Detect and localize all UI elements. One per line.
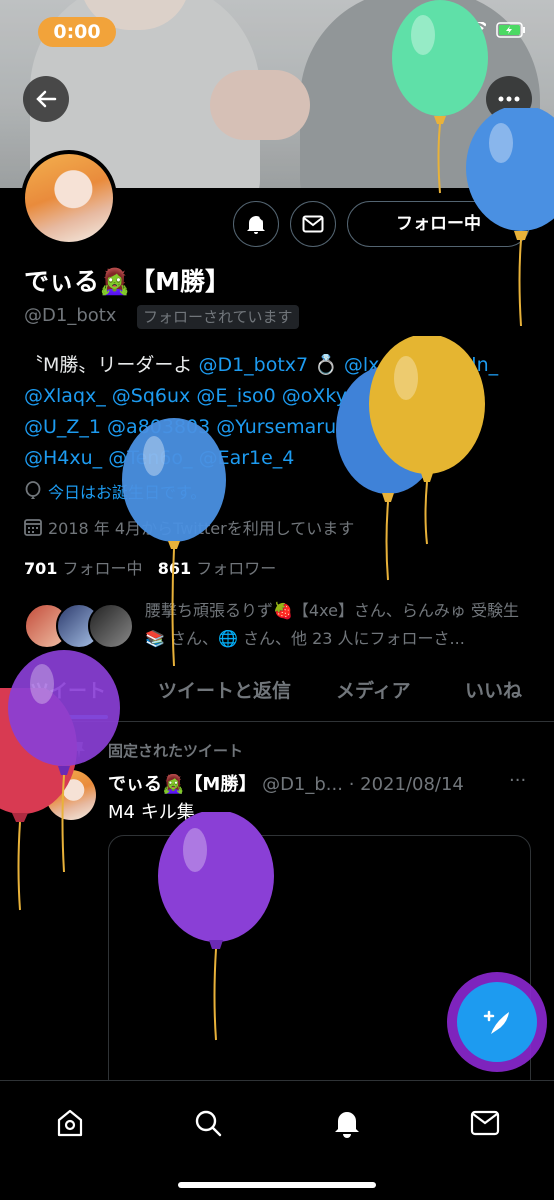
- profile-tabs: ツイート ツイートと返信 メディア いいね: [0, 664, 554, 722]
- bio-mentions-2[interactable]: @Xlaqx_ @Sq6ux @E_iso0 @oXkyo_ @_Neoy: [24, 381, 534, 412]
- tab-likes[interactable]: いいね: [465, 664, 522, 722]
- bio-mentions-4[interactable]: @H4xu_ @Ten6o_ @Ear1e_4: [24, 443, 534, 474]
- birthday-icon: [25, 481, 41, 499]
- following-label: フォロー中: [62, 559, 143, 578]
- more-button[interactable]: [486, 76, 532, 122]
- recording-timer: 0:00: [38, 17, 116, 47]
- birthday-row: 今日はお誕生日です。: [24, 479, 206, 503]
- follow-counts: 701 フォロー中 861 フォロワー: [24, 555, 276, 579]
- followed-by-avatars[interactable]: [24, 603, 134, 649]
- profile-handle: @D1_botx: [24, 305, 117, 326]
- bell-icon: [247, 213, 267, 234]
- follows-you-badge: フォローされています: [137, 305, 299, 329]
- followers-link[interactable]: 861 フォロワー: [158, 559, 277, 578]
- tweet-text: M4 キル集: [108, 802, 195, 823]
- nav-messages[interactable]: [465, 1103, 505, 1143]
- bio-mentions-3[interactable]: @U_Z_1 @a803803 @Yursemaru @_Sawy_: [24, 412, 534, 443]
- tweet-author-avatar[interactable]: [46, 770, 96, 820]
- signal-icon: [428, 22, 453, 38]
- status-icons: [428, 22, 526, 38]
- tab-tweets-and-replies[interactable]: ツイートと返信: [158, 664, 291, 722]
- battery-icon: [496, 22, 525, 38]
- notifications-icon: [335, 1112, 359, 1138]
- avatar: [88, 603, 134, 649]
- birthday-text: 今日はお誕生日です。: [48, 483, 207, 502]
- bio-text: 〝M勝〟リーダーよ: [24, 354, 199, 376]
- following-button[interactable]: フォロー中: [347, 201, 530, 247]
- pinned-label: 固定されたツイート: [108, 742, 244, 760]
- nav-notifications[interactable]: [327, 1103, 367, 1143]
- wifi-icon: [464, 22, 486, 37]
- profile-bio: 〝M勝〟リーダーよ @D1_botx7 💍 @lxery_ @suiln_ @X…: [24, 350, 534, 474]
- tab-media[interactable]: メディア: [336, 664, 411, 722]
- bio-mentions-1[interactable]: @D1_botx7 💍 @lxery_ @suiln_: [198, 354, 498, 376]
- tab-tweets[interactable]: ツイート: [30, 664, 106, 722]
- search-icon: [195, 1110, 222, 1137]
- followers-count: 861: [157, 559, 192, 578]
- message-button[interactable]: [290, 201, 336, 247]
- tweet-handle-date: @D1_b... · 2021/08/14: [262, 774, 464, 795]
- tweet-more-button[interactable]: ···: [509, 770, 526, 791]
- compose-icon: [483, 1010, 509, 1034]
- nav-search[interactable]: [188, 1103, 228, 1143]
- followers-label: フォロワー: [196, 559, 277, 578]
- messages-icon: [470, 1110, 500, 1136]
- following-link[interactable]: 701 フォロー中: [24, 559, 143, 578]
- home-indicator: [178, 1182, 376, 1188]
- followed-by-text[interactable]: 腰撃ち頑張るりず🍓【4xe】さん、らんみゅ 受験生📚 さん、🌐 さん、他 23 …: [145, 597, 535, 653]
- mail-icon: [302, 215, 324, 233]
- active-tab-indicator: [26, 715, 108, 719]
- more-icon: [498, 96, 520, 102]
- profile-avatar[interactable]: [21, 150, 117, 246]
- home-icon: [57, 1109, 83, 1137]
- joined-row: 2018 年 4月からTwitterを利用しています: [24, 515, 354, 539]
- back-icon: [36, 90, 57, 108]
- tweet-author-name[interactable]: でぃる🧟‍♀️【M勝】: [108, 774, 256, 795]
- calendar-icon: [24, 519, 42, 536]
- profile-name: でぃる🧟‍♀️【M勝】: [24, 267, 231, 296]
- following-count: 701: [24, 559, 58, 578]
- notifications-toggle-button[interactable]: [233, 201, 279, 247]
- joined-text: 2018 年 4月からTwitterを利用しています: [48, 519, 355, 538]
- nav-home[interactable]: [50, 1103, 90, 1143]
- pin-icon: [73, 742, 85, 758]
- compose-button[interactable]: [457, 982, 537, 1062]
- tweet-media[interactable]: [108, 835, 531, 1095]
- bio-line-1: 〝M勝〟リーダーよ @D1_botx7 💍 @lxery_ @suiln_: [24, 350, 534, 381]
- back-button[interactable]: [23, 76, 69, 122]
- tweet-header: でぃる🧟‍♀️【M勝】 @D1_b... · 2021/08/14: [108, 770, 464, 796]
